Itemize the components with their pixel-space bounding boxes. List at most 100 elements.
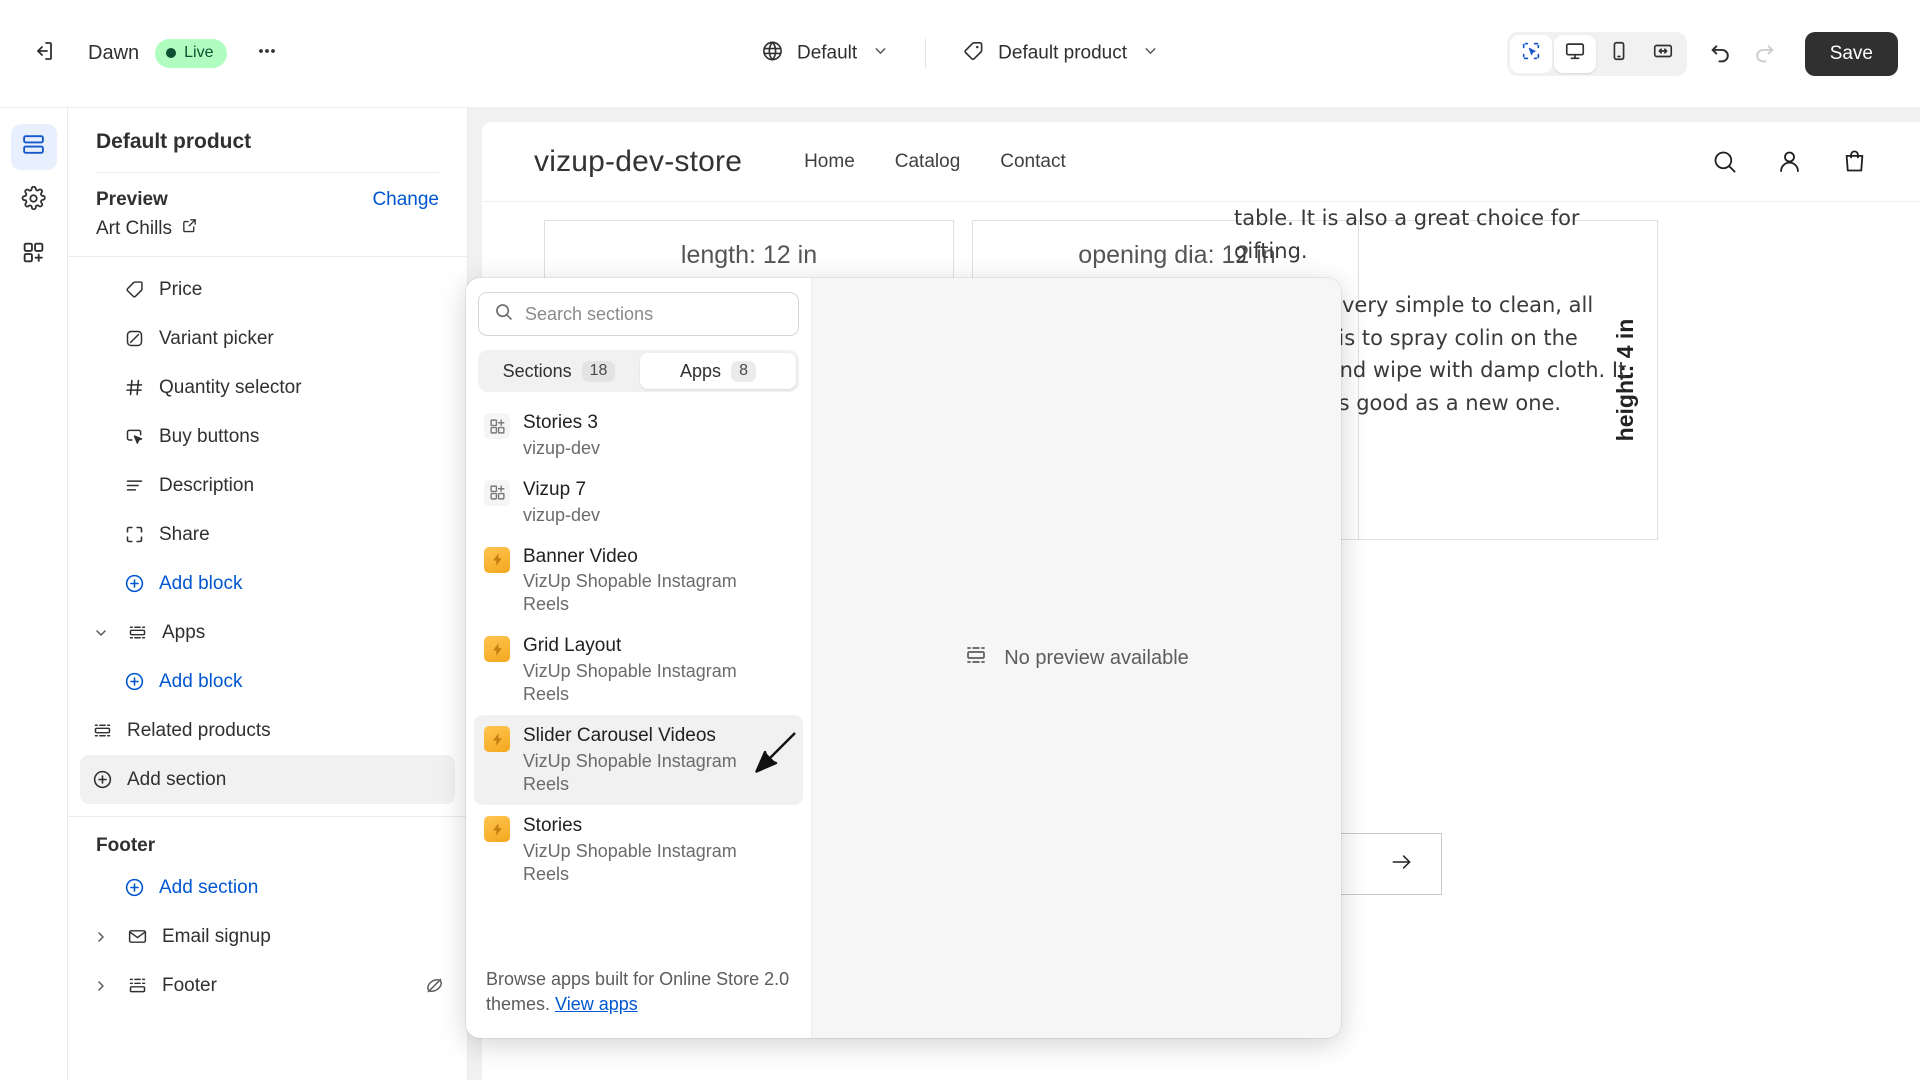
list-item-subtitle: VizUp Shopable Instagram Reels <box>523 660 773 706</box>
bolt-icon <box>484 816 510 842</box>
redo-icon <box>1752 39 1777 69</box>
store-header-icons <box>1711 148 1868 175</box>
external-link-icon <box>181 217 198 240</box>
rail-sections-button[interactable] <box>11 124 57 170</box>
chevron-right-icon <box>90 929 112 945</box>
tab-count: 18 <box>582 361 616 382</box>
list-item[interactable]: Grid Layout VizUp Shopable Instagram Ree… <box>474 625 803 715</box>
redo-button[interactable] <box>1743 32 1787 76</box>
list-item-title: Vizup 7 <box>523 478 600 502</box>
sidebar-item-description[interactable]: Description <box>80 461 455 510</box>
sidebar-item-related-products[interactable]: Related products <box>80 706 455 755</box>
add-block-button-1[interactable]: Add block <box>80 559 455 608</box>
tab-label: Apps <box>680 361 721 382</box>
description-paragraph-1: table. It is also a great choice for gif… <box>1234 202 1634 267</box>
topbar-center: Default Default product <box>747 30 1173 77</box>
locale-selector[interactable]: Default <box>747 30 903 77</box>
nav-link-contact[interactable]: Contact <box>1000 151 1065 173</box>
sidebar-item-footer[interactable]: Footer <box>80 961 455 1010</box>
preview-row: Preview Change <box>68 173 467 211</box>
desktop-icon <box>1564 40 1586 67</box>
sidebar-item-price[interactable]: Price <box>80 265 455 314</box>
tab-sections[interactable]: Sections 18 <box>481 353 637 389</box>
rail-apps-button[interactable] <box>11 232 57 278</box>
desktop-view-button[interactable] <box>1554 35 1596 73</box>
footer-group-title: Footer <box>68 817 467 863</box>
sidebar-group-apps[interactable]: Apps <box>80 608 455 657</box>
price-tag-icon <box>122 279 146 300</box>
more-options-button[interactable] <box>245 32 289 76</box>
eye-off-icon[interactable] <box>424 975 445 996</box>
change-preview-link[interactable]: Change <box>372 189 439 211</box>
view-mode-group <box>1507 32 1687 76</box>
bolt-icon <box>484 547 510 573</box>
locale-label: Default <box>797 43 857 65</box>
tab-apps[interactable]: Apps 8 <box>640 353 796 389</box>
add-block-button-2[interactable]: Add block <box>80 657 455 706</box>
plus-circle-icon <box>122 573 146 594</box>
arrow-right-icon[interactable] <box>1389 849 1415 880</box>
rail-theme-settings-button[interactable] <box>11 178 57 224</box>
nav-link-home[interactable]: Home <box>804 151 855 173</box>
select-tool-button[interactable] <box>1510 35 1552 73</box>
section-block-list: Price Variant picker Quantity selector <box>68 257 467 804</box>
status-label: Live <box>184 44 213 62</box>
undo-button[interactable] <box>1699 32 1743 76</box>
sidebar-item-label: Buy buttons <box>159 426 259 448</box>
text-lines-icon <box>122 475 146 496</box>
list-item[interactable]: Stories VizUp Shopable Instagram Reels <box>474 805 803 895</box>
fullwidth-icon <box>1652 40 1674 67</box>
sections-icon <box>21 132 46 162</box>
cursor-button-icon <box>122 426 146 447</box>
template-label: Default product <box>998 43 1127 65</box>
sidebar-item-variant-picker[interactable]: Variant picker <box>80 314 455 363</box>
search-icon[interactable] <box>1711 148 1738 175</box>
list-item[interactable]: Stories 3 vizup-dev <box>474 402 803 469</box>
bolt-icon <box>484 636 510 662</box>
select-tool-icon <box>1520 40 1542 67</box>
sidebar-item-buy-buttons[interactable]: Buy buttons <box>80 412 455 461</box>
search-icon <box>493 301 514 327</box>
globe-icon <box>761 39 784 68</box>
app-block-small-icon <box>484 480 510 506</box>
store-nav: Home Catalog Contact <box>804 151 1066 173</box>
nav-link-catalog[interactable]: Catalog <box>895 151 961 173</box>
fullwidth-view-button[interactable] <box>1642 35 1684 73</box>
person-icon[interactable] <box>1776 148 1803 175</box>
list-item[interactable]: Vizup 7 vizup-dev <box>474 469 803 536</box>
list-item-subtitle: VizUp Shopable Instagram Reels <box>523 570 773 616</box>
view-apps-link[interactable]: View apps <box>555 994 638 1014</box>
plus-circle-icon <box>90 769 114 790</box>
template-selector[interactable]: Default product <box>948 30 1173 77</box>
popup-preview-pane: No preview available <box>812 278 1341 1038</box>
search-sections-box[interactable] <box>478 292 799 336</box>
sidebar-item-email-signup[interactable]: Email signup <box>80 912 455 961</box>
preview-product-link[interactable]: Art Chills <box>68 211 467 256</box>
save-button[interactable]: Save <box>1805 32 1898 76</box>
list-item-title: Stories 3 <box>523 411 600 435</box>
mobile-icon <box>1608 40 1630 67</box>
sidebar-item-quantity-selector[interactable]: Quantity selector <box>80 363 455 412</box>
sidebar-item-label: Share <box>159 524 210 546</box>
list-item[interactable]: Banner Video VizUp Shopable Instagram Re… <box>474 536 803 626</box>
exit-editor-button[interactable] <box>22 32 66 76</box>
sidebar-item-label: Variant picker <box>159 328 274 350</box>
cart-icon[interactable] <box>1841 148 1868 175</box>
add-section-popup: Sections 18 Apps 8 Stories 3 vizup-dev <box>466 278 1341 1038</box>
store-logo[interactable]: vizup-dev-store <box>534 145 742 179</box>
apps-grid-icon <box>21 240 46 270</box>
sidebar-item-share[interactable]: Share <box>80 510 455 559</box>
mobile-view-button[interactable] <box>1598 35 1640 73</box>
sidebar-group-label: Apps <box>162 622 205 644</box>
chevron-right-icon <box>90 978 112 994</box>
add-section-button-main[interactable]: Add section <box>80 755 455 804</box>
popup-tabs: Sections 18 Apps 8 <box>478 350 799 392</box>
search-input[interactable] <box>525 304 784 325</box>
app-block-icon <box>125 622 149 643</box>
list-item-subtitle: VizUp Shopable Instagram Reels <box>523 750 773 796</box>
section-placeholder-icon <box>964 643 988 673</box>
storefront-header: vizup-dev-store Home Catalog Contact <box>482 122 1920 202</box>
footer-icon <box>125 975 149 996</box>
add-section-button-footer[interactable]: Add section <box>80 863 455 912</box>
list-item-slider-carousel-videos[interactable]: Slider Carousel Videos VizUp Shopable In… <box>474 715 803 805</box>
